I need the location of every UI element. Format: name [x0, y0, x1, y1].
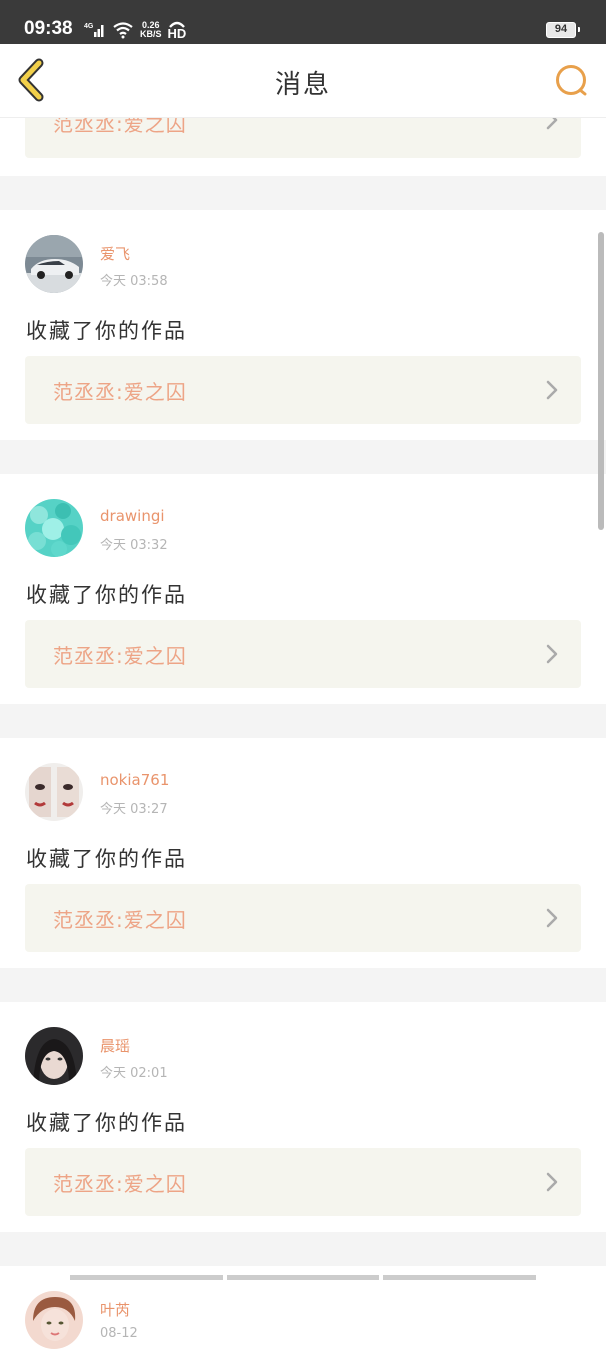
status-bar: 09:38 4G 0.26 KB/S HD 94: [0, 0, 606, 44]
message-header: 晨瑶 今天 02:01: [0, 1002, 606, 1098]
card-divider: [0, 176, 606, 210]
page-title: 消息: [274, 70, 331, 100]
search-button[interactable]: [552, 62, 592, 102]
card-divider: [0, 1232, 606, 1266]
timestamp: 今天 02:01: [100, 1066, 168, 1081]
work-link[interactable]: 范丞丞:爱之囚: [25, 356, 581, 424]
network-speed: 0.26 KB/S: [140, 21, 162, 39]
hd-label: HD: [167, 25, 187, 41]
timestamp: 今天 03:58: [100, 274, 168, 289]
message-card: nokia761 今天 03:27 收藏了你的作品 范丞丞:爱之囚: [0, 738, 606, 968]
card-divider: [0, 968, 606, 1002]
username[interactable]: 爱飞: [100, 243, 130, 264]
message-card: 爱飞 今天 03:58 收藏了你的作品 范丞丞:爱之囚: [0, 210, 606, 440]
work-link[interactable]: 范丞丞:爱之囚: [25, 884, 581, 952]
bottom-bar-edge: [70, 1275, 537, 1280]
message-list: 范丞丞:爱之囚 爱飞 今天 03:58 收藏了你的作品 范丞丞:爱之囚 draw…: [0, 110, 606, 1366]
card-divider: [0, 440, 606, 474]
avatar[interactable]: [25, 1027, 83, 1085]
message-header: nokia761 今天 03:27: [0, 738, 606, 834]
message-header: 叶芮 08-12: [0, 1266, 606, 1362]
scrollbar[interactable]: [598, 232, 604, 530]
chevron-right-icon: [546, 644, 558, 664]
work-title: 范丞丞:爱之囚: [53, 1172, 187, 1196]
chevron-right-icon: [546, 908, 558, 928]
timestamp: 今天 03:27: [100, 802, 168, 817]
bottom-tab-edge: [383, 1275, 537, 1280]
card-divider: [0, 704, 606, 738]
username[interactable]: drawingi: [100, 507, 165, 525]
bottom-tab-edge: [70, 1275, 223, 1280]
username[interactable]: nokia761: [100, 771, 169, 789]
avatar[interactable]: [25, 763, 83, 821]
message-header: drawingi 今天 03:32: [0, 474, 606, 570]
battery-level: 94: [554, 23, 568, 35]
work-link[interactable]: 范丞丞:爱之囚: [25, 620, 581, 688]
avatar[interactable]: [25, 499, 83, 557]
work-title: 范丞丞:爱之囚: [53, 908, 187, 932]
chevron-right-icon: [546, 380, 558, 400]
speed-unit: KB/S: [140, 29, 162, 39]
message-header: 爱飞 今天 03:58: [0, 210, 606, 306]
work-title: 范丞丞:爱之囚: [53, 380, 187, 404]
avatar[interactable]: [25, 1291, 83, 1349]
action-text: 收藏了你的作品: [26, 583, 187, 607]
action-text: 收藏了你的作品: [26, 847, 187, 871]
status-time: 09:38: [24, 18, 73, 39]
work-title: 范丞丞:爱之囚: [53, 644, 187, 668]
action-text: 收藏了你的作品: [26, 319, 187, 343]
hd-call-indicator: HD: [167, 21, 187, 41]
battery-icon: 94: [546, 22, 580, 38]
message-card: drawingi 今天 03:32 收藏了你的作品 范丞丞:爱之囚: [0, 474, 606, 704]
cellular-signal-icon: 4G: [84, 23, 104, 37]
status-icons: 4G 0.26 KB/S HD: [84, 18, 186, 42]
message-card-partial: 范丞丞:爱之囚: [0, 110, 606, 176]
username[interactable]: 晨瑶: [100, 1035, 130, 1056]
username[interactable]: 叶芮: [100, 1299, 130, 1320]
work-link[interactable]: 范丞丞:爱之囚: [25, 1148, 581, 1216]
action-text: 收藏了你的作品: [26, 1111, 187, 1135]
chevron-right-icon: [546, 1172, 558, 1192]
network-type: 4G: [84, 23, 94, 30]
avatar[interactable]: [25, 235, 83, 293]
message-card: 晨瑶 今天 02:01 收藏了你的作品 范丞丞:爱之囚: [0, 1002, 606, 1232]
search-icon: [556, 65, 587, 96]
wifi-icon: [113, 22, 133, 39]
bottom-tab-edge: [226, 1275, 380, 1280]
message-card: 叶芮 08-12: [0, 1266, 606, 1366]
app-header: 消息: [0, 44, 606, 118]
timestamp: 今天 03:32: [100, 538, 168, 553]
timestamp: 08-12: [100, 1326, 138, 1341]
